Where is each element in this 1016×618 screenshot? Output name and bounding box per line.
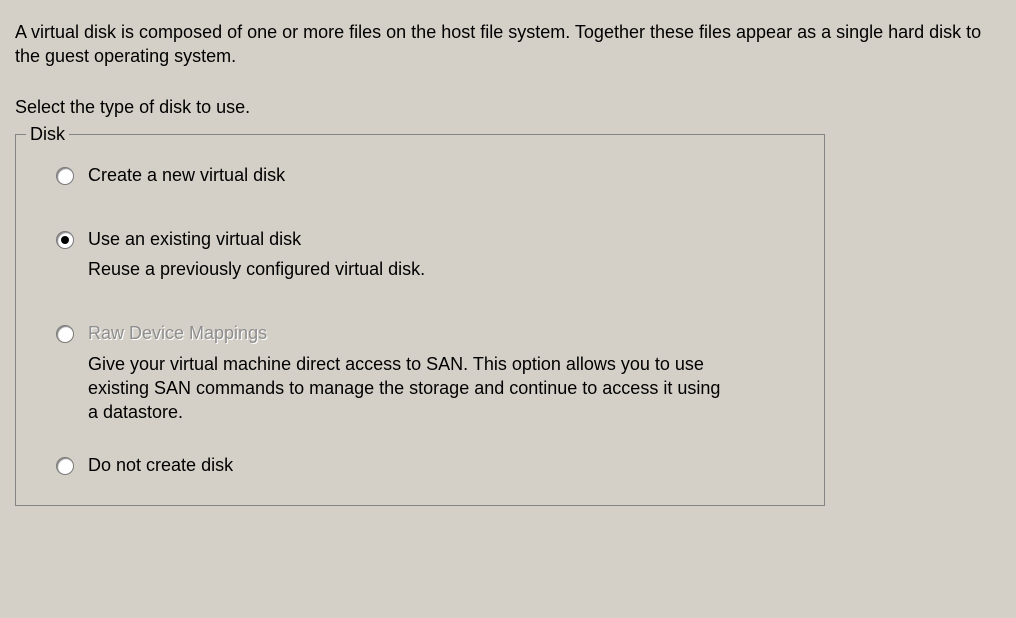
radio-icon xyxy=(56,231,74,249)
radio-icon xyxy=(56,325,74,343)
radio-label: Create a new virtual disk xyxy=(88,163,796,187)
radio-option-use-existing[interactable]: Use an existing virtual disk Reuse a pre… xyxy=(56,227,796,282)
disk-fieldset: Disk Create a new virtual disk Use an ex… xyxy=(15,134,825,506)
prompt-text: Select the type of disk to use. xyxy=(15,97,1001,118)
radio-description: Give your virtual machine direct access … xyxy=(88,352,728,425)
radio-option-raw-device-mappings: Raw Device Mappings Give your virtual ma… xyxy=(56,321,796,424)
intro-text: A virtual disk is composed of one or mor… xyxy=(15,20,1001,69)
radio-label: Raw Device Mappings xyxy=(88,321,796,345)
radio-option-do-not-create[interactable]: Do not create disk xyxy=(56,453,796,477)
radio-option-create-new[interactable]: Create a new virtual disk xyxy=(56,163,796,187)
radio-description: Reuse a previously configured virtual di… xyxy=(88,257,728,281)
radio-icon xyxy=(56,167,74,185)
fieldset-legend: Disk xyxy=(26,124,69,145)
radio-label: Use an existing virtual disk xyxy=(88,227,796,251)
radio-icon xyxy=(56,457,74,475)
radio-label: Do not create disk xyxy=(88,453,796,477)
